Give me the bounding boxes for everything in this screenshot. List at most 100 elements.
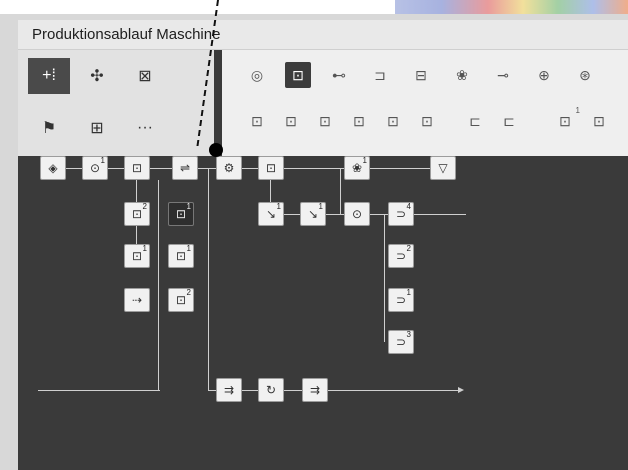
node-icon: ⊡: [175, 249, 187, 263]
tool-8[interactable]: ⊕: [531, 62, 557, 88]
node-b-3[interactable]: ⊡ 2: [168, 288, 194, 312]
node-bottom-1[interactable]: ⇉: [216, 378, 242, 402]
start-icon: ◈: [48, 161, 58, 175]
tool-18-icon: ⊡: [559, 112, 571, 129]
node-icon: ⇉: [309, 383, 321, 397]
tool-panel-right: ◎ ⊡ ⊷ ⊐ ⊟ ❀ ⊸ ⊕ ⊛ ⊡ ⊡ ⊡ ⊡ ⊡ ⊡ ⊏ ⊏ ⊡ 1 ⊡: [222, 50, 628, 156]
node-icon: ↘: [265, 207, 277, 221]
tool-5-icon: ⊟: [415, 66, 427, 83]
tool-18[interactable]: ⊡ 1: [552, 106, 580, 134]
branch-line: [384, 214, 385, 342]
tool-2-icon: ⊡: [292, 66, 304, 83]
tool-3[interactable]: ⊷: [326, 62, 352, 88]
node-a-2[interactable]: ⊡ 1: [124, 244, 150, 268]
flow-canvas[interactable]: ◈ ⊙ 1 ⊡ ⇌ ⚙ ⊡ ❀ 1 ▽ ⊡ 2 ⊡ 1 ⇢ ⊡ 1 ⊡ 1 ⊡ 2 ↘ 1 ↘ 1…: [18, 156, 628, 470]
start-node[interactable]: ◈: [40, 156, 66, 180]
node-bottom-3[interactable]: ⇉: [302, 378, 328, 402]
tool-16[interactable]: ⊏: [462, 108, 488, 134]
node-mid-3[interactable]: ⊙: [344, 202, 370, 226]
node-icon: ⊡: [175, 207, 187, 221]
node-r-3[interactable]: ⊃ 1: [388, 288, 414, 312]
tool-12[interactable]: ⊡: [312, 108, 338, 134]
tool-4-icon: ⊐: [374, 66, 386, 83]
node-icon: ⊡: [131, 161, 143, 175]
node-top-4[interactable]: ⇌: [172, 156, 198, 180]
add-grid-button[interactable]: +⁞: [28, 58, 70, 94]
tool-10[interactable]: ⊡: [244, 108, 270, 134]
tool-15-icon: ⊡: [421, 112, 433, 129]
branch-line: [208, 168, 209, 390]
annotation-dot: [209, 143, 223, 157]
node-top-7[interactable]: ❀ 1: [344, 156, 370, 180]
tool-1[interactable]: ◎: [244, 62, 270, 88]
tool-3-icon: ⊷: [332, 66, 346, 83]
node-icon: ⊃: [395, 335, 407, 349]
delete-box-icon: ⊠: [138, 68, 152, 85]
tool-14[interactable]: ⊡: [380, 108, 406, 134]
node-icon: ⊡: [265, 161, 277, 175]
tool-13-icon: ⊡: [353, 112, 365, 129]
node-mid-1[interactable]: ↘ 1: [258, 202, 284, 226]
tool-19-icon: ⊡: [593, 112, 605, 129]
tool-4[interactable]: ⊐: [367, 62, 393, 88]
node-top-3[interactable]: ⊡: [124, 156, 150, 180]
tool-7[interactable]: ⊸: [490, 62, 516, 88]
node-index: 2: [142, 202, 147, 211]
node-r-1[interactable]: ⊃ 4: [388, 202, 414, 226]
tool-11-icon: ⊡: [285, 112, 297, 129]
node-icon: ⊃: [395, 207, 407, 221]
tool-9-icon: ⊛: [579, 66, 591, 83]
node-top-6[interactable]: ⊡: [258, 156, 284, 180]
tool-5[interactable]: ⊟: [408, 62, 434, 88]
tool-17[interactable]: ⊏: [496, 108, 522, 134]
tool-6[interactable]: ❀: [449, 62, 475, 88]
node-icon: ⊡: [131, 207, 143, 221]
move-button[interactable]: ✣: [76, 58, 118, 94]
node-top-gear[interactable]: ⚙: [216, 156, 242, 180]
node-index: 2: [406, 244, 411, 253]
node-index: 1: [318, 202, 323, 211]
end-node[interactable]: ▽: [430, 156, 456, 180]
app-window: Produktionsablauf Maschine +⁞ ✣ ⊠ ⚑ ⊞ ··…: [18, 20, 628, 470]
flag-button[interactable]: ⚑: [28, 110, 70, 146]
branch-line: [158, 180, 159, 390]
tree-button[interactable]: ⊞: [76, 110, 118, 146]
more-button[interactable]: ···: [124, 110, 166, 146]
delete-button[interactable]: ⊠: [124, 58, 166, 94]
node-icon: ⊙: [89, 161, 101, 175]
tool-1-icon: ◎: [250, 66, 264, 83]
tool-9[interactable]: ⊛: [572, 62, 598, 88]
node-icon: ⊡: [175, 293, 187, 307]
tool-18-sup: 1: [575, 106, 580, 115]
add-grid-icon: +⁞: [42, 67, 56, 84]
node-icon: ↻: [265, 383, 277, 397]
tool-8-icon: ⊕: [538, 66, 550, 83]
tool-panel-left: +⁞ ✣ ⊠ ⚑ ⊞ ···: [18, 50, 214, 156]
flag-icon: ⚑: [41, 120, 57, 137]
tree-icon: ⊞: [90, 120, 104, 137]
node-r-2[interactable]: ⊃ 2: [388, 244, 414, 268]
node-icon: ⊡: [131, 249, 143, 263]
tool-17-icon: ⊏: [503, 112, 515, 129]
node-bottom-2[interactable]: ↻: [258, 378, 284, 402]
tool-2[interactable]: ⊡: [285, 62, 311, 88]
node-r-4[interactable]: ⊃ 3: [388, 330, 414, 354]
node-top-2[interactable]: ⊙ 1: [82, 156, 108, 180]
more-icon: ···: [137, 119, 153, 136]
gear-icon: ⚙: [223, 161, 235, 175]
node-b-1[interactable]: ⊡ 1: [168, 202, 194, 226]
node-mid-2[interactable]: ↘ 1: [300, 202, 326, 226]
node-a-3[interactable]: ⇢: [124, 288, 150, 312]
tool-19[interactable]: ⊡: [586, 108, 612, 134]
tool-13[interactable]: ⊡: [346, 108, 372, 134]
connector-line: [208, 390, 460, 391]
move-icon: ✣: [90, 68, 104, 85]
tool-7-icon: ⊸: [497, 66, 509, 83]
node-icon: ⊃: [395, 293, 407, 307]
branch-line: [340, 168, 341, 214]
node-b-2[interactable]: ⊡ 1: [168, 244, 194, 268]
node-index: 1: [362, 156, 367, 165]
tool-11[interactable]: ⊡: [278, 108, 304, 134]
node-a-1[interactable]: ⊡ 2: [124, 202, 150, 226]
tool-15[interactable]: ⊡: [414, 108, 440, 134]
